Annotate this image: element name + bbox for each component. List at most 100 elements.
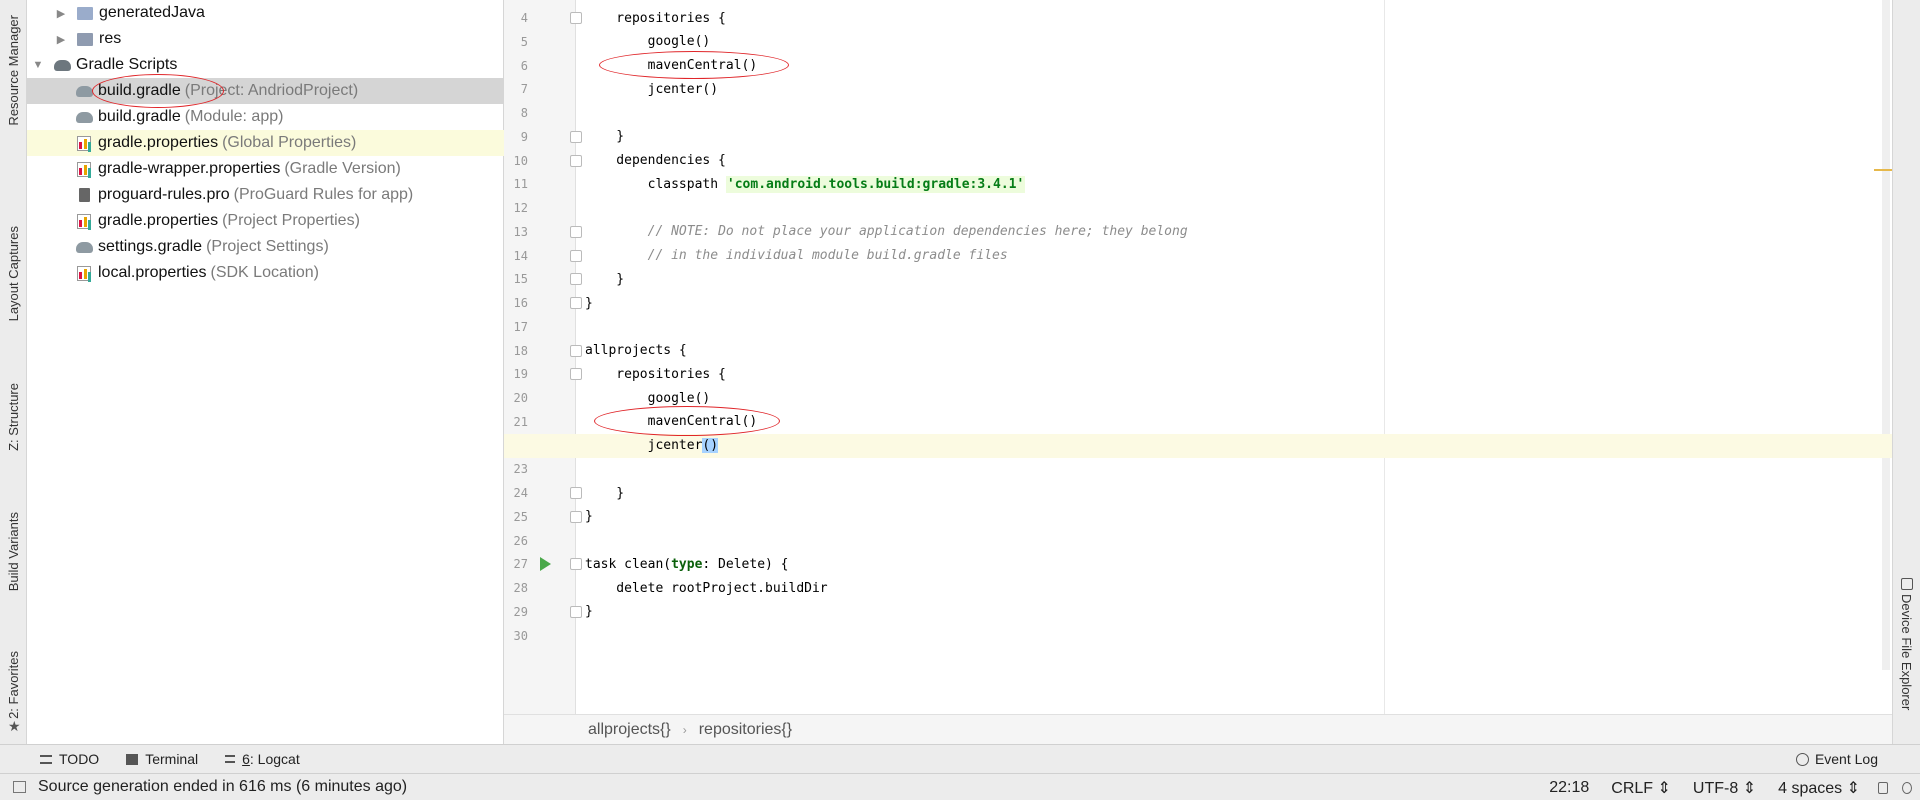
tree-row-gradle-scripts[interactable]: ▼ Gradle Scripts (27, 52, 504, 78)
code-line[interactable]: allprojects { (585, 339, 1892, 363)
code-token: : Delete) { (702, 556, 789, 572)
fold-marker-icon[interactable] (570, 558, 582, 571)
code-line[interactable]: repositories { (585, 6, 1892, 30)
code-token: google() (585, 390, 711, 406)
code-line[interactable]: google() (585, 386, 1892, 410)
logcat-label: : Logcat (249, 751, 300, 767)
code-line[interactable] (585, 457, 1892, 481)
expand-arrow-icon[interactable]: ▶ (54, 7, 68, 20)
fold-marker-icon[interactable] (570, 225, 582, 238)
code-line[interactable] (585, 101, 1892, 125)
code-line[interactable]: } (585, 267, 1892, 291)
line-number: 13 (513, 224, 528, 239)
code-editor[interactable]: 4567891011121314151617181920212223242526… (504, 0, 1892, 714)
tree-row-gradle-properties-global[interactable]: gradle.properties (Global Properties) (27, 130, 504, 156)
fold-marker-icon[interactable] (570, 605, 582, 618)
fold-marker-icon[interactable] (570, 297, 582, 309)
code-comment: // NOTE: Do not place your application d… (647, 224, 1188, 240)
editor-gutter[interactable]: 4567891011121314151617181920212223242526… (504, 0, 582, 714)
tree-row-proguard-rules[interactable]: proguard-rules.pro (ProGuard Rules for a… (27, 182, 504, 208)
fold-marker-icon[interactable] (570, 12, 582, 24)
line-number: 21 (513, 414, 528, 429)
line-number: 12 (513, 201, 528, 215)
tree-row-settings-gradle[interactable]: settings.gradle (Project Settings) (27, 234, 504, 260)
run-gutter-icon[interactable] (540, 557, 551, 572)
file-encoding[interactable]: UTF-8 ⇕ (1693, 778, 1756, 798)
tree-row-build-gradle-project[interactable]: build.gradle (Project: AndriodProject) (27, 78, 504, 104)
tree-row-generatedjava[interactable]: ▶ generatedJava (27, 0, 504, 26)
build-variants-tab[interactable]: Build Variants (0, 496, 27, 608)
tree-row-gradle-properties-project[interactable]: gradle.properties (Project Properties) (27, 208, 504, 234)
fold-marker-icon[interactable] (570, 154, 582, 167)
resource-manager-tab[interactable]: Resource Manager (0, 4, 27, 136)
tree-row-name: gradle-wrapper.properties (98, 160, 281, 177)
fold-marker-icon[interactable] (570, 368, 582, 381)
code-line[interactable]: classpath 'com.android.tools.build:gradl… (585, 172, 1892, 196)
tree-row-build-gradle-module[interactable]: build.gradle (Module: app) (27, 104, 504, 130)
event-log-button[interactable]: Event Log (1795, 751, 1878, 767)
code-line[interactable]: // in the individual module build.gradle… (585, 244, 1892, 268)
tree-row-name: generatedJava (99, 4, 205, 21)
terminal-button[interactable]: Terminal (126, 751, 198, 767)
code-line[interactable] (585, 624, 1892, 648)
code-line[interactable]: } (585, 505, 1892, 529)
tree-row-name: gradle.properties (98, 134, 219, 151)
layout-captures-tab[interactable]: Layout Captures (0, 210, 27, 338)
logcat-button[interactable]: 6: Logcat (225, 751, 300, 767)
code-line[interactable]: // NOTE: Do not place your application d… (585, 220, 1892, 244)
tree-row-gradle-wrapper-properties[interactable]: gradle-wrapper.properties (Gradle Versio… (27, 156, 504, 182)
line-number: 23 (513, 462, 528, 477)
code-text: } (585, 604, 593, 619)
line-number: 24 (513, 486, 528, 500)
code-line[interactable] (585, 196, 1892, 220)
lock-icon[interactable] (1878, 781, 1888, 794)
fold-marker-icon[interactable] (570, 487, 582, 499)
breadcrumb: allprojects{} › repositories{} (504, 714, 1892, 744)
breadcrumb-item-allprojects[interactable]: allprojects{} (588, 721, 671, 739)
breadcrumb-item-repositories[interactable]: repositories{} (699, 721, 792, 739)
line-number: 27 (513, 557, 528, 572)
code-line[interactable]: task clean(type: Delete) { (585, 552, 1892, 576)
code-text: // in the individual module build.gradle… (585, 248, 1008, 263)
code-line[interactable]: mavenCentral() (585, 54, 1892, 78)
fold-marker-icon[interactable] (570, 344, 582, 357)
code-line[interactable] (585, 315, 1892, 339)
code-line[interactable]: mavenCentral() (585, 410, 1892, 434)
code-line[interactable]: jcenter() (504, 433, 1892, 458)
code-line[interactable] (585, 529, 1892, 553)
tree-row-res[interactable]: ▶ res (27, 26, 504, 52)
status-toggle-icon[interactable] (13, 781, 26, 793)
status-right: 22:18 CRLF ⇕ UTF-8 ⇕ 4 spaces ⇕ (1549, 774, 1920, 800)
tree-row-local-properties[interactable]: local.properties (SDK Location) (27, 260, 504, 286)
code-token: repositories { (585, 366, 726, 382)
named-parameter: type (671, 556, 703, 572)
code-line[interactable]: } (585, 600, 1892, 624)
code-text: google() (585, 390, 711, 406)
code-line[interactable]: } (585, 125, 1892, 149)
code-token: classpath (585, 176, 726, 192)
expand-arrow-icon[interactable]: ▶ (54, 33, 68, 46)
tree-row-hint: (Global Properties) (222, 134, 357, 151)
device-file-explorer-tab[interactable]: Device File Explorer (1899, 594, 1914, 710)
fold-marker-icon[interactable] (570, 273, 582, 286)
todo-button[interactable]: TODO (40, 751, 99, 767)
code-line[interactable]: } (585, 291, 1892, 315)
code-line[interactable]: jcenter() (585, 77, 1892, 101)
code-line[interactable]: dependencies { (585, 149, 1892, 173)
collapse-arrow-icon[interactable]: ▼ (31, 59, 45, 71)
fold-marker-icon[interactable] (570, 130, 582, 143)
tree-row-hint: (SDK Location) (210, 264, 320, 281)
fold-marker-icon[interactable] (570, 249, 582, 262)
code-line[interactable]: } (585, 481, 1892, 505)
line-separator[interactable]: CRLF ⇕ (1611, 778, 1671, 798)
structure-tab[interactable]: Z: Structure (0, 366, 27, 468)
caret-position[interactable]: 22:18 (1549, 779, 1589, 797)
indent-setting[interactable]: 4 spaces ⇕ (1778, 778, 1860, 798)
line-number: 15 (513, 272, 528, 287)
code-line[interactable]: delete rootProject.buildDir (585, 576, 1892, 600)
fold-marker-icon[interactable] (570, 510, 582, 523)
folder-icon (76, 31, 94, 47)
code-line[interactable]: google() (585, 30, 1892, 54)
code-line[interactable]: repositories { (585, 362, 1892, 386)
inspector-icon[interactable] (1902, 781, 1912, 794)
